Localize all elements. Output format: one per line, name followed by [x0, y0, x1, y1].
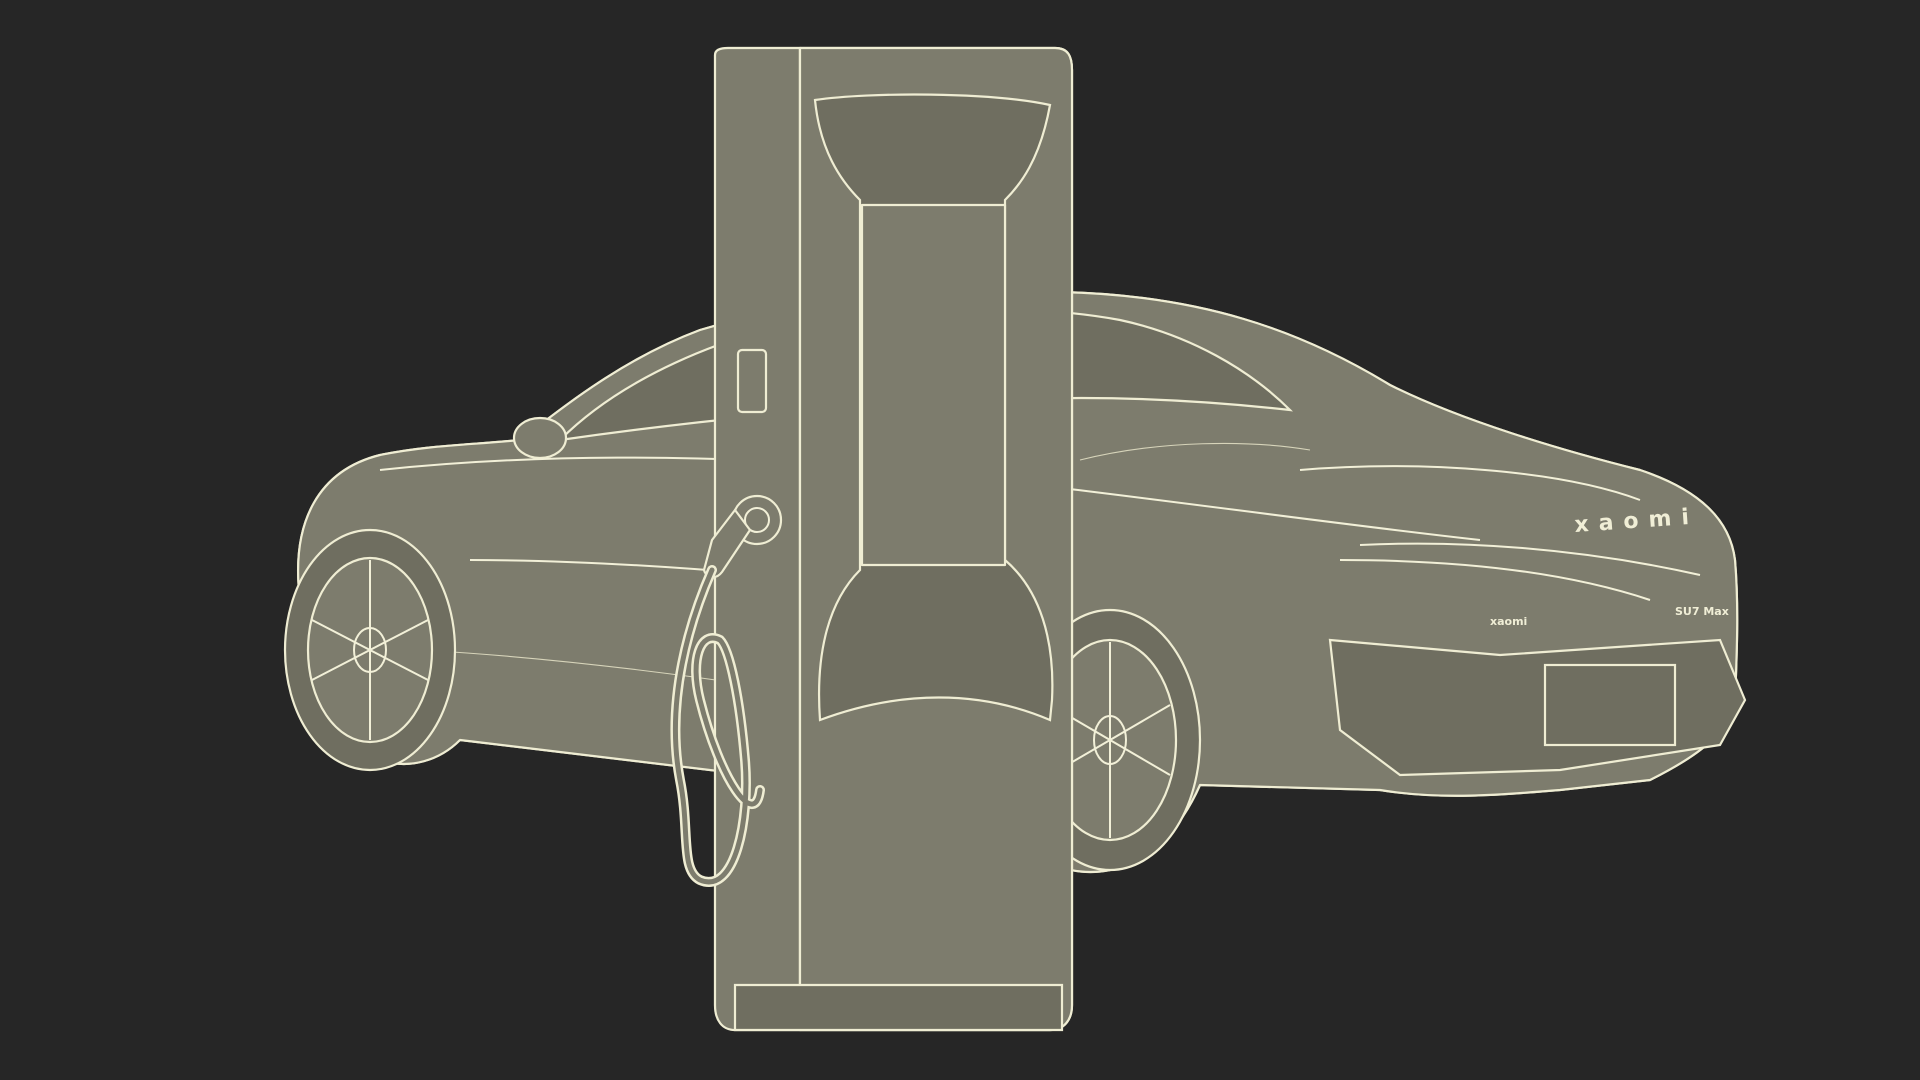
display-panel	[860, 203, 1007, 567]
trim-badge-right: SU7 Max	[1675, 605, 1729, 618]
charger-base	[733, 983, 1064, 1032]
front-wheel	[283, 528, 457, 772]
license-plate	[1543, 663, 1677, 747]
status-indicator	[736, 348, 768, 414]
trim-badge-left: xaomi	[1490, 615, 1527, 628]
wireframe-render: xaomi xaomi SU7 Max	[283, 46, 1747, 1032]
side-mirror	[512, 416, 568, 460]
charging-station	[670, 46, 1074, 1032]
